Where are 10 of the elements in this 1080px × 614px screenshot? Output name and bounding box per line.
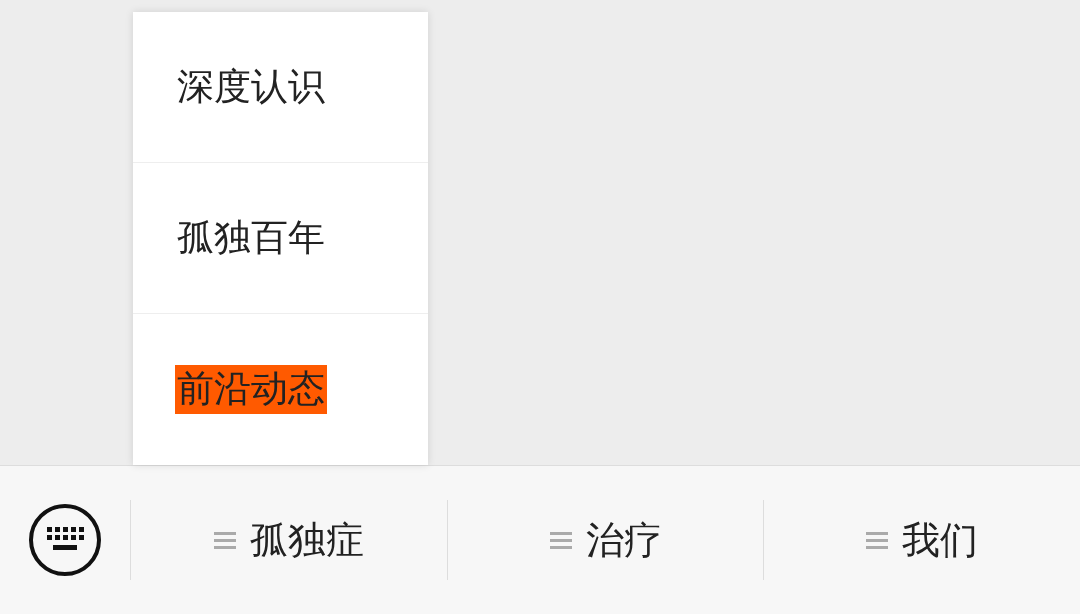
keyboard-icon[interactable] <box>28 503 102 577</box>
submenu-item[interactable]: 深度认识 <box>175 62 327 112</box>
menu-tab[interactable]: 孤独症 <box>249 511 364 569</box>
menu-icon <box>213 529 236 551</box>
menu-tab[interactable]: 治疗 <box>585 511 662 569</box>
menu-tab[interactable]: 我们 <box>902 511 979 569</box>
menu-icon <box>866 529 889 551</box>
menu-icon <box>549 529 572 551</box>
submenu-item[interactable]: 孤独百年 <box>175 213 327 263</box>
submenu-item[interactable]: 前沿动态 <box>175 365 327 414</box>
